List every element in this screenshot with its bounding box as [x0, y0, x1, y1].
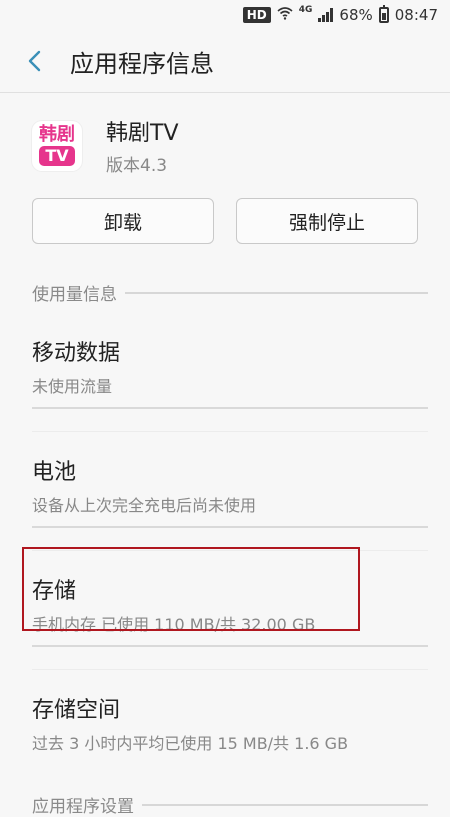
section-header-usage: 使用量信息	[0, 280, 450, 305]
app-info: 韩剧 TV 韩剧TV 版本4.3	[0, 93, 450, 176]
battery-percent: 68%	[339, 6, 373, 24]
wifi-icon	[277, 6, 293, 24]
uninstall-button[interactable]: 卸载	[32, 198, 214, 244]
force-stop-button[interactable]: 强制停止	[236, 198, 418, 244]
battery-icon	[378, 5, 389, 23]
network-type-label: 4G	[298, 5, 313, 15]
app-name: 韩剧TV	[106, 121, 179, 146]
back-arrow-icon[interactable]	[18, 45, 50, 77]
hd-badge: HD	[242, 7, 271, 23]
signal-icon	[318, 8, 334, 22]
list-item-battery[interactable]: 电池 设备从上次完全充电后尚未使用	[0, 454, 450, 528]
item-bar	[32, 526, 428, 528]
app-bar: 应用程序信息	[0, 30, 450, 92]
page-title: 应用程序信息	[70, 49, 214, 78]
divider	[32, 669, 428, 670]
status-bar: HD 4G 68% 08:47	[0, 0, 450, 30]
section-divider	[125, 291, 428, 294]
list-item-storage[interactable]: 存储 手机内存 已使用 110 MB/共 32.00 GB	[0, 573, 450, 647]
divider	[32, 431, 428, 432]
app-version: 版本4.3	[106, 156, 168, 176]
divider	[32, 550, 428, 551]
list-item-mobile-data[interactable]: 移动数据 未使用流量	[0, 335, 450, 409]
app-logo-icon: 韩剧 TV	[32, 120, 82, 171]
section-header-app-settings: 应用程序设置	[0, 792, 450, 817]
clock-time: 08:47	[394, 6, 438, 24]
item-bar	[32, 407, 428, 409]
action-buttons: 卸载 强制停止	[0, 176, 450, 244]
item-bar	[32, 645, 428, 647]
list-item-storage-space[interactable]: 存储空间 过去 3 小时内平均已使用 15 MB/共 1.6 GB	[0, 692, 450, 754]
section-divider	[142, 803, 428, 806]
